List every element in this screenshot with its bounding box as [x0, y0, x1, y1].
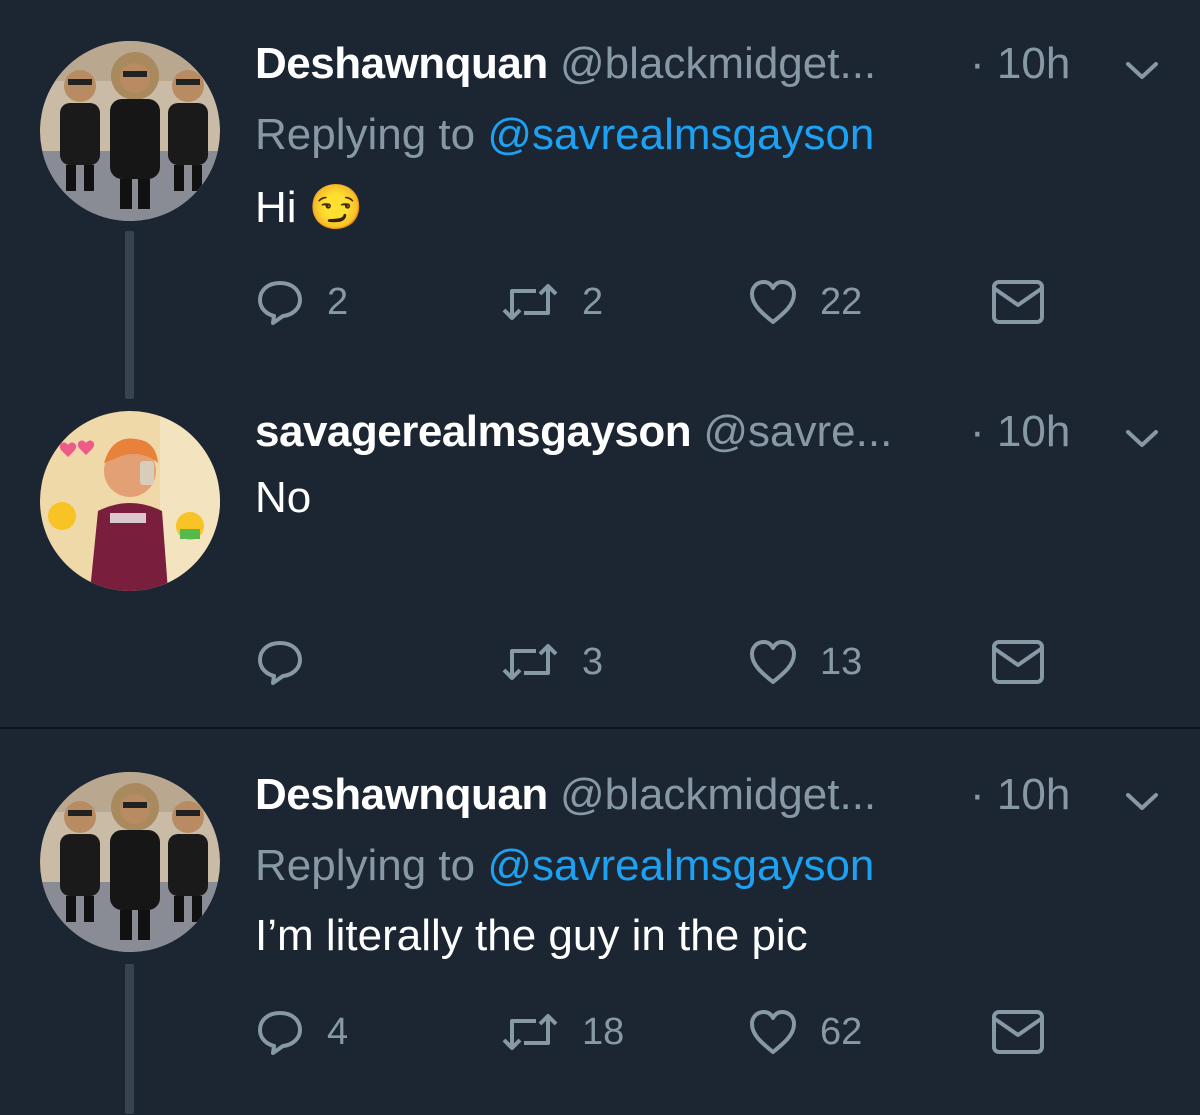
reply-button[interactable]	[255, 632, 327, 692]
reply-count: 4	[327, 1010, 349, 1053]
dm-icon	[991, 639, 1045, 685]
thread-connector	[125, 231, 134, 399]
display-name[interactable]: Deshawnquan	[255, 770, 548, 819]
retweet-button[interactable]: 18	[500, 1002, 624, 1062]
tweet-actions: 4 18 62	[255, 1002, 1055, 1062]
retweet-count: 2	[582, 280, 604, 323]
display-name[interactable]: savagerealmsgayson	[255, 407, 692, 456]
conversation-divider	[0, 727, 1200, 729]
dm-icon	[991, 279, 1045, 325]
avatar[interactable]	[40, 41, 220, 221]
timestamp[interactable]: · 10h	[970, 34, 1070, 94]
tweet-text: I’m literally the guy in the pic	[255, 911, 808, 960]
reply-button[interactable]: 2	[255, 272, 348, 332]
avatar[interactable]	[40, 772, 220, 952]
mention-link[interactable]: @savrealmsgayson	[487, 110, 874, 159]
chevron-down-icon[interactable]	[1122, 781, 1162, 821]
display-name[interactable]: Deshawnquan	[255, 39, 548, 88]
dm-button[interactable]	[991, 272, 1045, 332]
user-handle[interactable]: @savre...	[703, 407, 892, 456]
retweet-button[interactable]: 3	[500, 632, 603, 692]
chevron-down-icon[interactable]	[1122, 418, 1162, 458]
reply-icon	[255, 1007, 305, 1057]
retweet-count: 18	[582, 1010, 625, 1053]
tweet-actions: 2 2 22	[255, 272, 1055, 332]
tweet-2[interactable]: savagerealmsgayson @savre... · 10h No 3 …	[0, 407, 1200, 720]
avatar-image	[40, 772, 220, 952]
reply-button[interactable]: 4	[255, 1002, 348, 1062]
avatar-image	[40, 411, 220, 591]
reply-icon	[255, 637, 305, 687]
retweet-icon	[500, 1007, 560, 1057]
heart-icon	[748, 1007, 798, 1057]
replying-prefix: Replying to	[255, 110, 488, 159]
reply-icon	[255, 277, 305, 327]
thread-connector	[125, 964, 134, 1114]
replying-to: Replying to @savrealmsgayson	[255, 841, 874, 891]
tweet-text: Hi 😏	[255, 183, 364, 232]
retweet-icon	[500, 637, 560, 687]
like-count: 22	[820, 280, 863, 323]
like-count: 62	[820, 1010, 863, 1053]
retweet-button[interactable]: 2	[500, 272, 603, 332]
like-button[interactable]: 62	[748, 1002, 862, 1062]
chevron-down-icon[interactable]	[1122, 50, 1162, 90]
reply-count: 2	[327, 280, 349, 323]
heart-icon	[748, 637, 798, 687]
like-count: 13	[820, 640, 863, 683]
dm-button[interactable]	[991, 1002, 1045, 1062]
avatar-image	[40, 41, 220, 221]
timestamp[interactable]: · 10h	[970, 765, 1070, 825]
replying-prefix: Replying to	[255, 841, 488, 890]
dm-button[interactable]	[991, 632, 1045, 692]
replying-to: Replying to @savrealmsgayson	[255, 110, 874, 160]
tweet-1[interactable]: Deshawnquan @blackmidget... · 10h Replyi…	[0, 39, 1200, 400]
user-handle[interactable]: @blackmidget...	[560, 770, 876, 819]
like-button[interactable]: 13	[748, 632, 862, 692]
mention-link[interactable]: @savrealmsgayson	[487, 841, 874, 890]
avatar[interactable]	[40, 411, 220, 591]
like-button[interactable]: 22	[748, 272, 862, 332]
dm-icon	[991, 1009, 1045, 1055]
tweet-3[interactable]: Deshawnquan @blackmidget... · 10h Replyi…	[0, 770, 1200, 1115]
heart-icon	[748, 277, 798, 327]
tweet-actions: 3 13	[255, 632, 1055, 692]
timestamp[interactable]: · 10h	[970, 402, 1070, 462]
retweet-icon	[500, 277, 560, 327]
retweet-count: 3	[582, 640, 604, 683]
tweet-text: No	[255, 473, 312, 522]
user-handle[interactable]: @blackmidget...	[560, 39, 876, 88]
